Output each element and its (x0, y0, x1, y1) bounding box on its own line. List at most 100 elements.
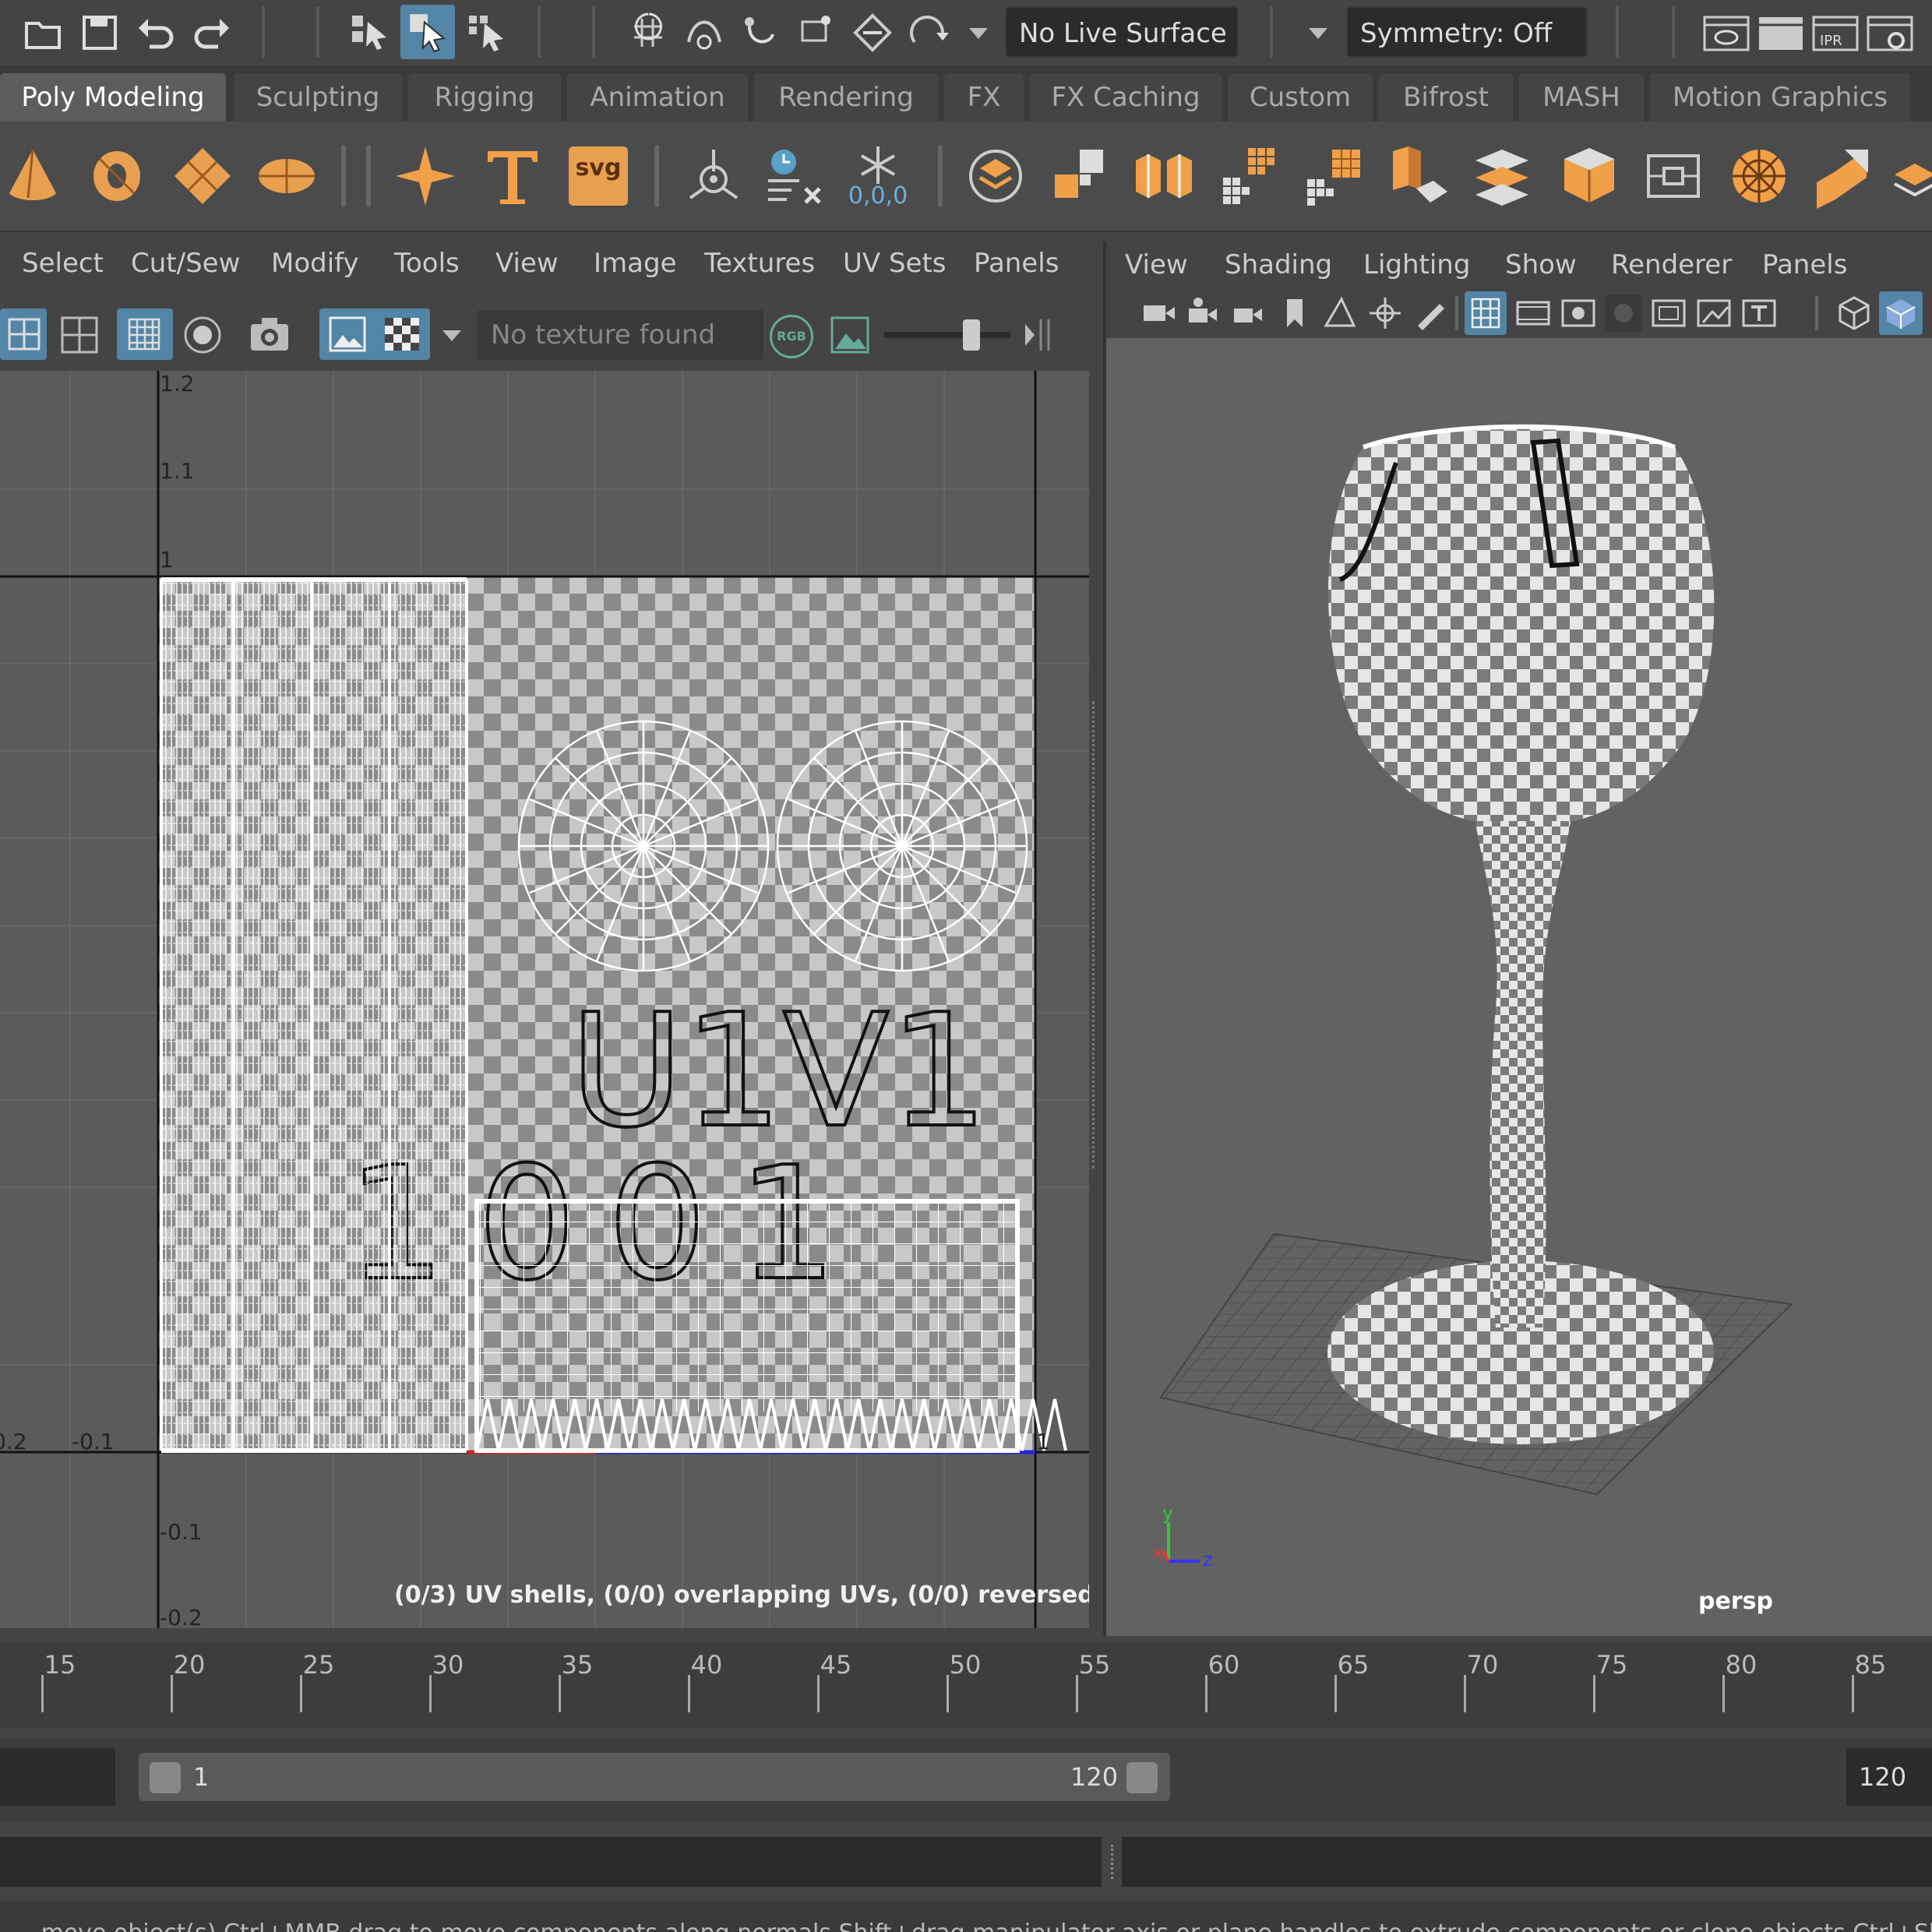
snap-to-point-icon[interactable] (739, 11, 782, 55)
camera-attributes-icon[interactable] (1186, 294, 1223, 332)
center-pivot-icon[interactable] (963, 143, 1028, 209)
show-grid-button[interactable] (117, 308, 173, 360)
super-shape-icon[interactable] (393, 143, 458, 209)
exposure-slider[interactable] (883, 332, 1011, 338)
menu-textures[interactable]: Textures (704, 248, 815, 279)
reduce-icon[interactable] (1301, 143, 1366, 209)
render-frame-icon[interactable] (1756, 11, 1806, 55)
range-slider[interactable]: 1 120 (139, 1753, 1170, 1801)
mirror-icon[interactable] (1385, 143, 1451, 209)
checker-tiles-icon[interactable] (382, 315, 422, 354)
2d-pan-zoom-icon[interactable] (1366, 294, 1404, 332)
texture-field[interactable]: No texture found (477, 310, 763, 360)
menu-image[interactable]: Image (594, 248, 676, 279)
bookmark-icon[interactable] (1279, 294, 1310, 332)
uv-grid-toggle-button[interactable] (0, 308, 47, 360)
uv-shell-disc-1[interactable] (517, 720, 770, 972)
vp-menu-shading[interactable]: Shading (1225, 249, 1332, 280)
poly-disc-icon[interactable] (254, 143, 319, 209)
render-settings-icon[interactable] (1865, 11, 1915, 55)
tab-mash[interactable]: MASH (1519, 73, 1644, 122)
frame-selection-icon[interactable] (56, 312, 103, 358)
freeze-transform-icon[interactable]: 0,0,0 (843, 143, 913, 213)
snap-rotate-icon[interactable] (907, 11, 950, 55)
poly-cone-icon[interactable] (0, 143, 65, 209)
tab-rendering[interactable]: Rendering (754, 73, 938, 122)
redo-icon[interactable] (190, 11, 234, 55)
undo-icon[interactable] (134, 11, 178, 55)
chevron-down-icon[interactable] (963, 11, 994, 55)
vp-menu-panels[interactable]: Panels (1762, 249, 1847, 280)
poly-torus-icon[interactable] (84, 143, 150, 209)
separate-icon[interactable] (1131, 143, 1197, 209)
type-tool-icon[interactable] (480, 143, 545, 209)
goblet-stem[interactable] (1471, 774, 1575, 1327)
resolution-gate-icon[interactable] (1560, 294, 1597, 332)
clean-up-icon[interactable] (1469, 143, 1535, 209)
menu-tools[interactable]: Tools (394, 248, 460, 279)
history-delete-icon[interactable] (762, 143, 827, 209)
smooth-shade-button[interactable] (1879, 291, 1923, 335)
tab-custom[interactable]: Custom (1228, 73, 1373, 122)
menu-uv-sets[interactable]: UV Sets (843, 248, 947, 279)
append-polygon-icon[interactable] (1887, 143, 1932, 209)
safe-action-icon[interactable] (1695, 294, 1733, 332)
vp-menu-renderer[interactable]: Renderer (1611, 249, 1732, 280)
ipr-render-icon[interactable]: IPR (1810, 11, 1860, 55)
tab-sculpting[interactable]: Sculpting (234, 73, 402, 122)
tab-animation[interactable]: Animation (567, 73, 748, 122)
uv-shell-stem[interactable] (160, 577, 468, 1453)
multi-cut-icon[interactable] (1726, 143, 1792, 209)
exposure-slider-handle[interactable] (963, 319, 980, 351)
pixel-snap-icon[interactable] (179, 312, 226, 358)
snap-to-curve-icon[interactable] (682, 11, 726, 55)
grid-toggle-button[interactable] (1465, 291, 1507, 335)
chevron-down-icon[interactable] (1303, 11, 1334, 55)
menu-view[interactable]: View (495, 248, 559, 279)
svg-tool-icon[interactable]: svg (569, 146, 628, 206)
vp-menu-view[interactable]: View (1125, 249, 1188, 280)
symmetry-field[interactable]: Symmetry: Off (1346, 6, 1588, 58)
command-splitter[interactable] (1111, 1845, 1116, 1879)
display-alpha-icon[interactable] (827, 312, 874, 358)
extrude-icon[interactable] (1810, 143, 1876, 209)
smooth-icon[interactable] (1217, 143, 1282, 209)
start-time-field[interactable] (0, 1748, 115, 1806)
select-by-hierarchy-icon[interactable] (349, 11, 393, 55)
menu-modify[interactable]: Modify (271, 248, 359, 279)
end-time-field[interactable]: 120 (1846, 1748, 1932, 1806)
camera-icon[interactable] (246, 312, 293, 358)
range-start-handle[interactable] (150, 1762, 181, 1793)
display-image-icon[interactable] (327, 315, 368, 354)
uv-canvas[interactable]: U1V1 1001 (0, 371, 1089, 1628)
scene-view[interactable]: y z x (1106, 338, 1932, 1636)
chevron-down-icon[interactable] (438, 312, 466, 358)
tab-motion-graphics[interactable]: Motion Graphics (1650, 73, 1910, 122)
vp-menu-lighting[interactable]: Lighting (1363, 249, 1470, 280)
make-live-icon[interactable] (851, 11, 894, 55)
film-gate-icon[interactable] (1514, 294, 1552, 332)
snap-to-view-plane-icon[interactable] (795, 11, 838, 55)
camera-lock-icon[interactable] (1231, 294, 1268, 332)
gate-mask-button[interactable] (1605, 294, 1642, 332)
bevel-icon[interactable] (1641, 143, 1706, 209)
tab-rigging[interactable]: Rigging (408, 73, 561, 122)
vp-menu-show[interactable]: Show (1505, 249, 1577, 280)
tab-poly-modeling[interactable]: Poly Modeling (0, 73, 226, 122)
field-chart-icon[interactable] (1650, 294, 1687, 332)
wireframe-cube-icon[interactable] (1835, 294, 1873, 332)
sweep-mesh-icon[interactable] (681, 143, 746, 209)
tab-fx[interactable]: FX (944, 73, 1024, 122)
live-surface-field[interactable]: No Live Surface (1005, 6, 1239, 58)
tab-fx-caching[interactable]: FX Caching (1030, 73, 1222, 122)
tab-bifrost[interactable]: Bifrost (1379, 73, 1513, 122)
panel-splitter[interactable] (1092, 701, 1098, 1169)
menu-select[interactable]: Select (22, 248, 104, 279)
poly-plane-icon[interactable] (170, 143, 235, 209)
uv-texture-view[interactable]: U1V1 1001 (0, 371, 1089, 1628)
bridge-icon[interactable] (1557, 143, 1622, 209)
perspective-viewport[interactable]: y z x persp (1106, 338, 1932, 1636)
open-scene-icon[interactable] (22, 11, 65, 55)
select-camera-icon[interactable] (1141, 294, 1178, 332)
combine-icon[interactable] (1049, 143, 1114, 209)
